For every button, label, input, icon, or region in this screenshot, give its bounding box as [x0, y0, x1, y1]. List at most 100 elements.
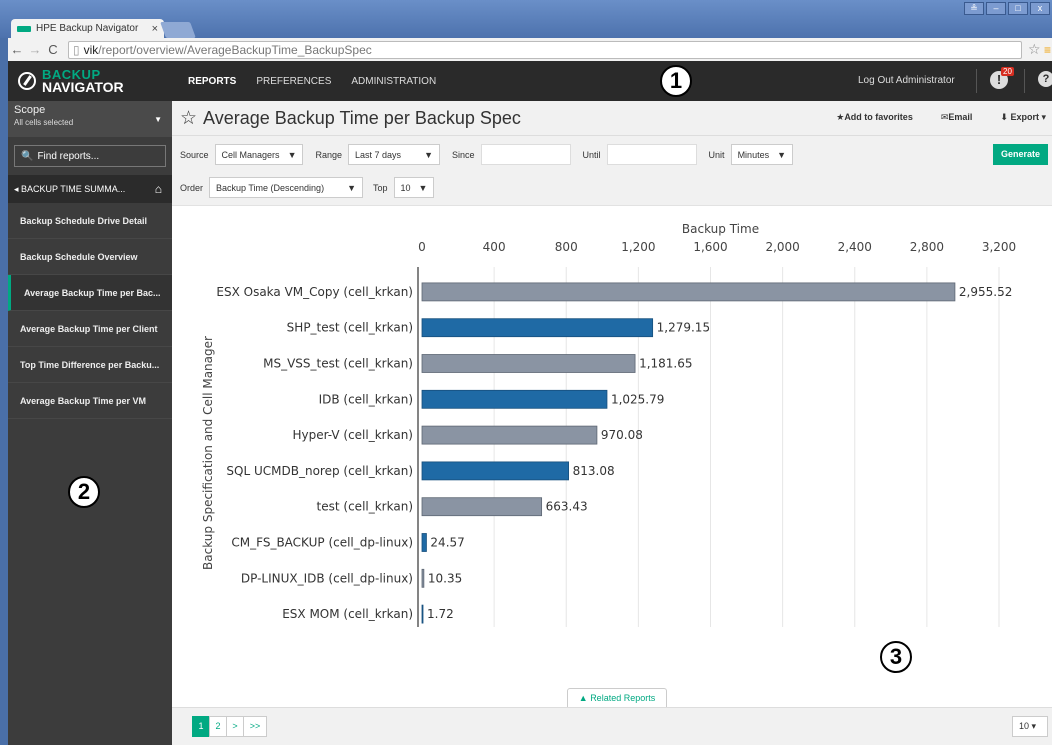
bar — [421, 604, 424, 624]
pagination: 1 2 > >> — [192, 716, 267, 737]
range-label: Range — [315, 149, 343, 160]
sidebar-item-avg-backup-time-per-vm[interactable]: Average Backup Time per VM — [8, 383, 172, 419]
per-page-value: 10 — [1019, 721, 1030, 731]
nav-reports[interactable]: REPORTS — [188, 76, 236, 87]
order-select[interactable]: Backup Time (Descending) ▼ — [209, 177, 364, 198]
bar — [421, 568, 425, 588]
browser-tab[interactable]: HPE Backup Navigator × — [11, 19, 164, 38]
callout-marker-1: 1 — [660, 65, 692, 97]
reload-icon[interactable]: C — [44, 42, 62, 57]
unit-label: Unit — [708, 149, 725, 160]
backup-navigator-logo[interactable]: BACKUP NAVIGATOR — [8, 61, 172, 101]
source-value: Cell Managers — [221, 149, 280, 160]
user-icon[interactable]: ≗ — [964, 2, 984, 15]
caret-down-icon: ▼ — [777, 149, 786, 160]
bar — [421, 354, 636, 373]
bar-chart: Backup Time 0 400 800 1,200 1,600 2,000 2,400 2,… — [172, 207, 1052, 695]
source-select[interactable]: Cell Managers ▼ — [214, 144, 304, 165]
breadcrumb[interactable]: ◂ BACKUP TIME SUMMA... ⌂ — [8, 175, 172, 203]
logout-link[interactable]: Log Out Administrator — [858, 75, 955, 86]
bookmark-star-icon[interactable]: ☆ — [1028, 41, 1044, 58]
generate-button[interactable]: Generate — [992, 144, 1048, 165]
tab-close-icon[interactable]: × — [152, 23, 158, 35]
x-tick-label: 400 — [483, 240, 506, 254]
email-label: Email — [948, 112, 973, 122]
page-2-button[interactable]: 2 — [209, 716, 227, 737]
x-tick-label: 1,600 — [693, 240, 727, 254]
sidebar-item-backup-schedule-overview[interactable]: Backup Schedule Overview — [8, 239, 172, 275]
last-page-button[interactable]: >> — [243, 716, 267, 737]
data-label: 663.43 — [546, 500, 588, 514]
data-label: 970.08 — [601, 428, 643, 442]
app-header: BACKUP NAVIGATOR REPORTS PREFERENCES ADM… — [8, 61, 1052, 101]
forward-arrow-icon[interactable]: → — [26, 42, 44, 57]
sidebar-item-top-time-difference[interactable]: Top Time Difference per Backu... — [8, 347, 172, 383]
sidebar: Scope All cells selected ▼ 🔍 Find report… — [8, 101, 172, 745]
export-button[interactable]: ⬇ Export ▾ — [1000, 112, 1046, 123]
find-reports-label: Find reports... — [37, 150, 100, 162]
bar — [421, 425, 598, 445]
until-label: Until — [582, 149, 601, 160]
hpe-favicon-icon — [17, 25, 31, 32]
header-divider — [976, 69, 977, 93]
maximize-button[interactable]: □ — [1008, 2, 1028, 15]
find-reports-button[interactable]: 🔍 Find reports... — [14, 145, 166, 167]
new-tab-button[interactable] — [160, 22, 196, 38]
data-label: 1.72 — [427, 607, 454, 621]
category-label: SQL UCMDB_norep (cell_krkan) — [226, 464, 413, 478]
browser-menu-icon[interactable]: ≡ — [1044, 43, 1052, 57]
caret-down-icon: ▼ — [154, 115, 162, 124]
email-button[interactable]: ✉Email — [941, 112, 973, 123]
since-input[interactable] — [480, 144, 571, 165]
source-label: Source — [180, 149, 209, 160]
category-label: DP-LINUX_IDB (cell_dp-linux) — [241, 571, 413, 585]
caret-down-icon: ▼ — [287, 149, 297, 160]
close-window-button[interactable]: x — [1030, 2, 1050, 15]
data-label: 813.08 — [573, 464, 615, 478]
add-favorites-button[interactable]: ★Add to favorites — [836, 112, 913, 123]
until-input[interactable] — [606, 144, 697, 165]
unit-select[interactable]: Minutes ▼ — [730, 144, 793, 165]
next-page-button[interactable]: > — [226, 716, 244, 737]
bar — [421, 461, 570, 481]
data-label: 10.35 — [428, 571, 462, 585]
page-1-button[interactable]: 1 — [192, 716, 210, 737]
data-label: 1,279.15 — [657, 321, 710, 335]
sidebar-item-avg-backup-time-per-client[interactable]: Average Backup Time per Client — [8, 311, 172, 347]
help-icon[interactable]: ? — [1038, 71, 1052, 87]
bar — [421, 282, 956, 302]
main-content: ☆ Average Backup Time per Backup Spec ★A… — [172, 101, 1052, 745]
nav-administration[interactable]: ADMINISTRATION — [351, 76, 436, 87]
url-input[interactable]: ▯ vik/report/overview/AverageBackupTime_B… — [68, 40, 1022, 59]
caret-down-icon: ▼ — [424, 149, 434, 160]
favorite-star-icon[interactable]: ☆ — [180, 107, 197, 130]
data-label: 2,955.52 — [959, 285, 1012, 299]
nav-preferences[interactable]: PREFERENCES — [256, 76, 331, 87]
data-label: 24.57 — [430, 536, 464, 550]
callout-marker-3: 3 — [880, 641, 912, 673]
home-icon[interactable]: ⌂ — [155, 182, 162, 196]
top-select[interactable]: 10 ▼ — [393, 177, 435, 198]
per-page-select[interactable]: 10 ▾ — [1012, 716, 1048, 737]
unit-value: Minutes — [737, 149, 770, 160]
related-reports-tab[interactable]: ▲ Related Reports — [567, 688, 667, 707]
sidebar-item-backup-schedule-drive-detail[interactable]: Backup Schedule Drive Detail — [8, 203, 172, 239]
x-tick-label: 800 — [555, 240, 578, 254]
back-arrow-icon[interactable]: ← — [8, 42, 26, 57]
search-icon: 🔍 — [21, 150, 34, 162]
main-nav: REPORTS PREFERENCES ADMINISTRATION — [188, 76, 436, 87]
caret-down-icon: ▼ — [347, 182, 357, 193]
sidebar-item-avg-backup-time-per-spec[interactable]: Average Backup Time per Bac... — [8, 275, 172, 311]
minimize-button[interactable]: – — [986, 2, 1006, 15]
x-axis-label: Backup Time — [682, 222, 759, 236]
category-label: MS_VSS_test (cell_krkan) — [263, 357, 413, 371]
y-axis-label: Backup Specification and Cell Manager — [201, 336, 215, 570]
range-select[interactable]: Last 7 days ▼ — [348, 144, 441, 165]
breadcrumb-label: ◂ BACKUP TIME SUMMA... — [14, 183, 126, 194]
report-footer: 1 2 > >> 10 ▾ — [172, 707, 1052, 745]
browser-tab-bar: HPE Backup Navigator × ≗ – □ x — [0, 0, 1052, 38]
download-icon: ⬇ — [1000, 112, 1008, 122]
top-value: 10 — [400, 182, 411, 193]
scope-selector[interactable]: Scope All cells selected ▼ — [8, 101, 172, 137]
category-label: test (cell_krkan) — [317, 500, 413, 514]
